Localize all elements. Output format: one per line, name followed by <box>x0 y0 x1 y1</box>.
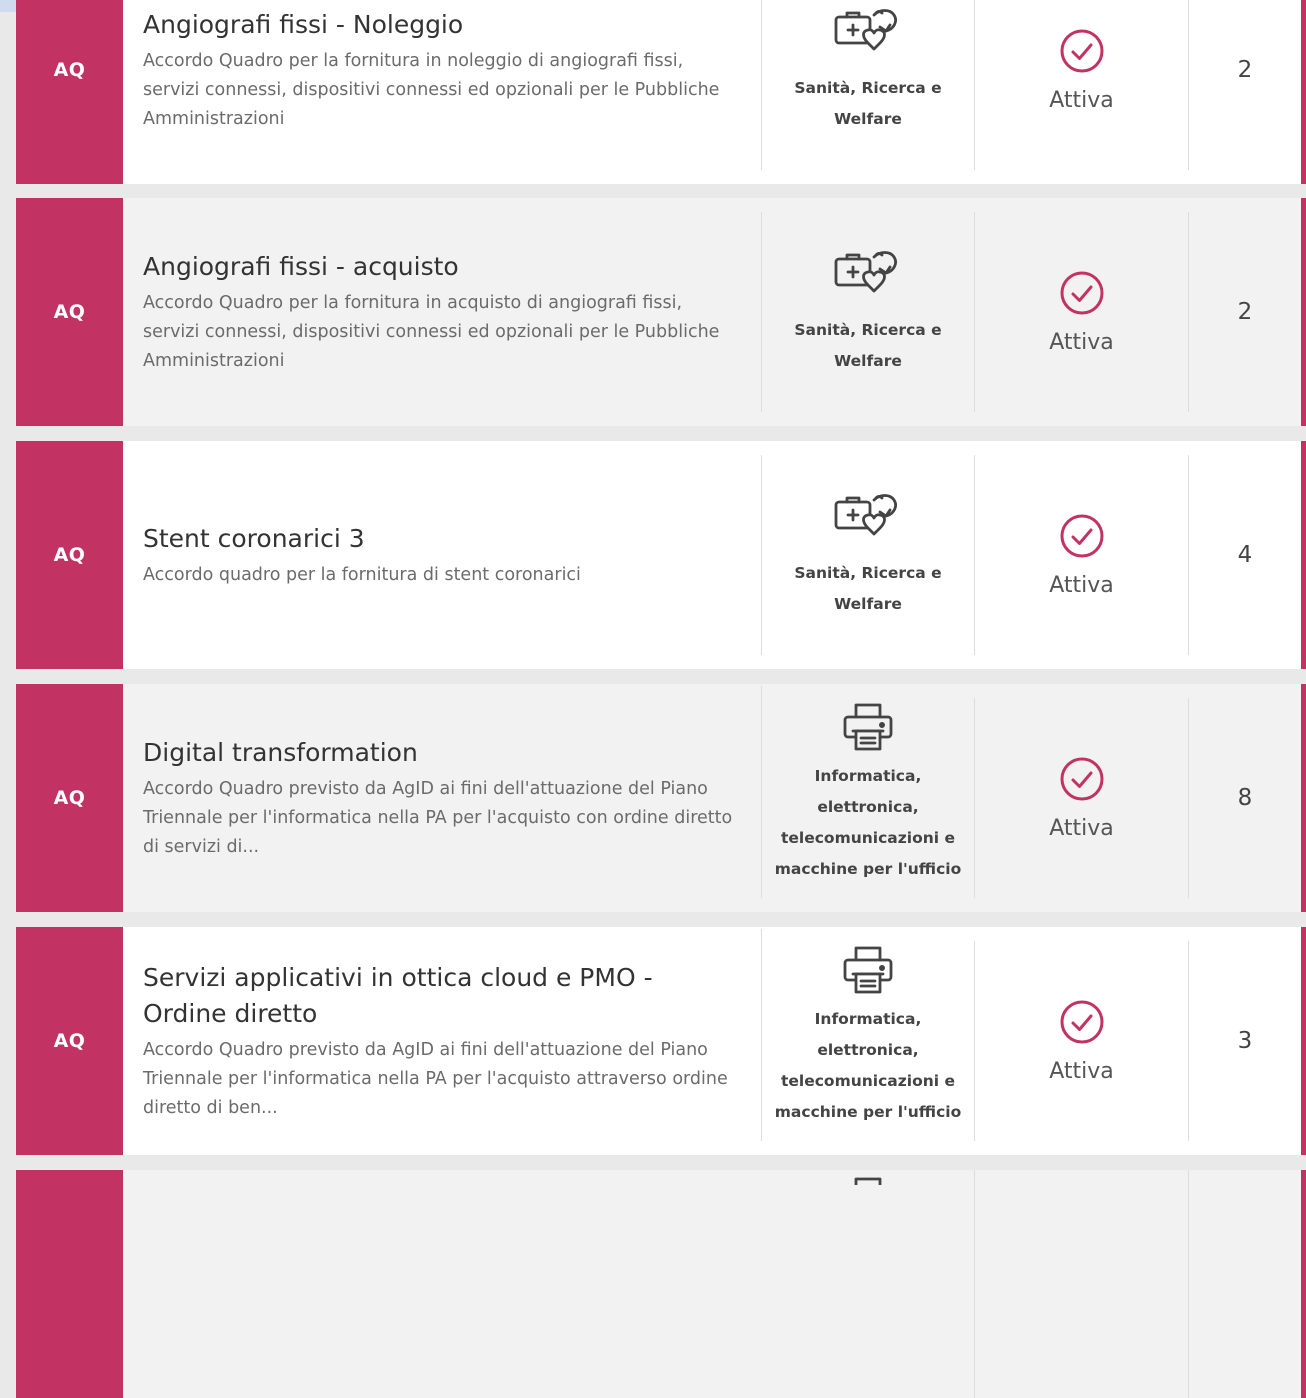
count-value: 2 <box>1237 299 1253 325</box>
item-description: Accordo Quadro previsto da AgID ai fini … <box>143 778 733 857</box>
item-main <box>123 1170 761 1398</box>
type-badge: AQ <box>16 198 123 426</box>
count-cell: 2 <box>1188 212 1301 412</box>
health-icon <box>832 490 904 552</box>
status-cell: Attiva <box>974 455 1188 655</box>
status-cell <box>974 1170 1188 1398</box>
category-cell <box>761 1170 974 1398</box>
count-cell: 3 <box>1188 941 1301 1141</box>
category-cell: Sanità, Ricerca e Welfare <box>761 212 974 412</box>
check-circle-icon <box>1059 513 1105 559</box>
item-title[interactable]: Stent coronarici 3 <box>143 521 741 557</box>
count-value: 3 <box>1237 1028 1253 1054</box>
category-label: Sanità, Ricerca e Welfare <box>794 321 942 370</box>
category-cell: Informatica, elettronica, telecomunicazi… <box>761 686 974 898</box>
item-title[interactable]: Digital transformation <box>143 735 741 771</box>
category-label: Informatica, elettronica, telecomunicazi… <box>774 767 962 878</box>
printer-icon <box>840 699 896 755</box>
health-icon <box>832 5 904 67</box>
item-main: Servizi applicativi in ottica cloud e PM… <box>123 927 761 1155</box>
count-value: 8 <box>1237 785 1253 811</box>
check-circle-icon <box>1059 756 1105 802</box>
count-value: 4 <box>1237 542 1253 568</box>
status-label: Attiva <box>1049 329 1114 355</box>
status-cell: Attiva <box>974 941 1188 1141</box>
list-item[interactable]: AQ Angiografi fissi - acquisto Accordo Q… <box>16 198 1306 426</box>
item-main: Angiografi fissi - Noleggio Accordo Quad… <box>123 0 761 184</box>
list-item[interactable]: AQ Stent coronarici 3 Accordo quadro per… <box>16 441 1306 669</box>
category-cell: Informatica, elettronica, telecomunicazi… <box>761 929 974 1141</box>
item-main: Stent coronarici 3 Accordo quadro per la… <box>123 441 761 669</box>
count-cell: 8 <box>1188 698 1301 898</box>
list-item[interactable]: AQ Digital transformation Accordo Quadro… <box>16 684 1306 912</box>
category-cell: Sanità, Ricerca e Welfare <box>761 0 974 170</box>
status-cell: Attiva <box>974 698 1188 898</box>
count-cell: 2 <box>1188 0 1301 170</box>
type-badge: AQ <box>16 0 123 184</box>
list-item[interactable]: AQ Servizi applicativi in ottica cloud e… <box>16 927 1306 1155</box>
list-item[interactable] <box>16 1170 1306 1398</box>
type-badge <box>16 1170 123 1398</box>
item-title[interactable]: Angiografi fissi - Noleggio <box>143 7 741 43</box>
item-title[interactable]: Servizi applicativi in ottica cloud e PM… <box>143 960 741 1032</box>
check-circle-icon <box>1059 999 1105 1045</box>
status-label: Attiva <box>1049 815 1114 841</box>
category-label: Sanità, Ricerca e Welfare <box>794 79 942 128</box>
type-badge: AQ <box>16 927 123 1155</box>
status-label: Attiva <box>1049 1058 1114 1084</box>
item-description: Accordo Quadro per la fornitura in noleg… <box>143 50 720 129</box>
category-cell: Sanità, Ricerca e Welfare <box>761 455 974 655</box>
status-label: Attiva <box>1049 87 1114 113</box>
item-description: Accordo Quadro per la fornitura in acqui… <box>143 292 720 371</box>
category-label: Informatica, elettronica, telecomunicazi… <box>774 1010 962 1121</box>
item-main: Angiografi fissi - acquisto Accordo Quad… <box>123 198 761 426</box>
count-cell <box>1188 1170 1301 1398</box>
status-cell: Attiva <box>974 212 1188 412</box>
item-main: Digital transformation Accordo Quadro pr… <box>123 684 761 912</box>
type-badge: AQ <box>16 684 123 912</box>
printer-icon <box>840 1170 896 1189</box>
status-label: Attiva <box>1049 572 1114 598</box>
printer-icon <box>840 942 896 998</box>
type-badge: AQ <box>16 441 123 669</box>
status-cell: Attiva <box>974 0 1188 170</box>
list-item[interactable]: AQ Angiografi fissi - Noleggio Accordo Q… <box>16 0 1306 184</box>
item-description: Accordo quadro per la fornitura di stent… <box>143 564 581 585</box>
check-circle-icon <box>1059 270 1105 316</box>
count-cell: 4 <box>1188 455 1301 655</box>
category-label: Sanità, Ricerca e Welfare <box>794 564 942 613</box>
count-value: 2 <box>1237 57 1253 83</box>
check-circle-icon <box>1059 28 1105 74</box>
item-title[interactable]: Angiografi fissi - acquisto <box>143 249 741 285</box>
item-description: Accordo Quadro previsto da AgID ai fini … <box>143 1039 728 1118</box>
health-icon <box>832 247 904 309</box>
